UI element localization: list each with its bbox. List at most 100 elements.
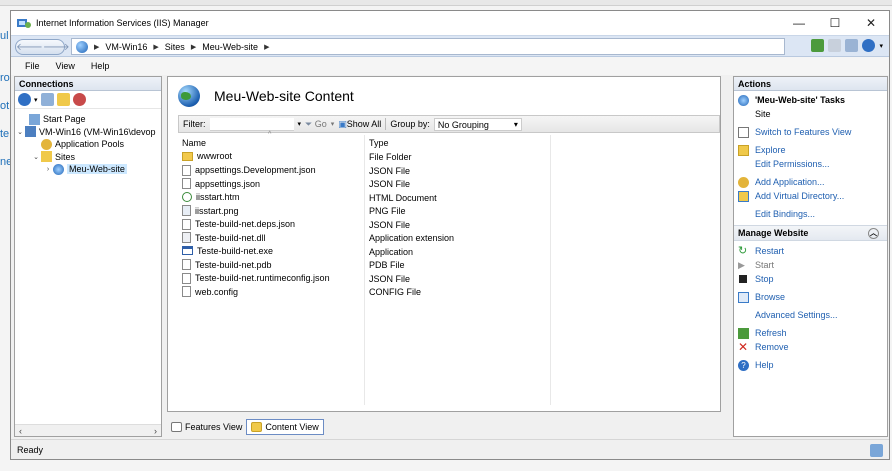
action-label: Switch to Features View — [755, 127, 852, 137]
help-link[interactable]: ? Help — [734, 358, 887, 372]
chevron-down-icon[interactable]: ▾ — [331, 120, 335, 128]
edit-bindings-link[interactable]: Edit Bindings... — [734, 207, 887, 221]
tab-label: Content View — [265, 422, 319, 432]
collapse-icon[interactable]: ︿ — [868, 227, 879, 239]
menu-help[interactable]: Help — [83, 61, 118, 71]
forward-arrow-icon[interactable]: 🡒 — [43, 41, 70, 53]
table-row[interactable]: iisstart.htm HTML Document — [178, 191, 720, 205]
add-application-icon — [738, 176, 749, 188]
tree-item-start-page[interactable]: Start Page — [15, 113, 161, 126]
table-row[interactable]: Teste-build-net.deps.json JSON File — [178, 218, 720, 232]
table-row[interactable]: iisstart.png PNG File — [178, 204, 720, 218]
show-all-icon: ▣ — [338, 118, 347, 129]
column-header-name[interactable]: Name — [182, 138, 206, 148]
file-type: Application — [369, 246, 414, 257]
collapse-arrow-icon[interactable]: ⌄ — [15, 128, 25, 136]
action-label: Refresh — [755, 328, 787, 338]
go-button[interactable]: ⏷ Go — [305, 119, 327, 130]
chevron-down-icon[interactable]: ▾ — [34, 96, 38, 104]
tab-content-view[interactable]: Content View — [246, 419, 324, 435]
add-virtual-directory-link[interactable]: Add Virtual Directory... — [734, 189, 887, 203]
action-label: Edit Permissions... — [755, 159, 830, 169]
explore-folder-icon — [738, 144, 749, 156]
horizontal-scrollbar[interactable]: ‹ › — [15, 424, 161, 436]
folder-icon — [182, 151, 193, 161]
table-row[interactable]: Teste-build-net.dll Application extensio… — [178, 231, 720, 245]
background-text-fragment: ot — [0, 100, 10, 112]
stop-link[interactable]: Stop — [734, 272, 887, 286]
features-view-icon — [738, 126, 749, 138]
show-all-button[interactable]: ▣Show All — [338, 119, 381, 130]
explore-link[interactable]: Explore — [734, 143, 887, 157]
table-row[interactable]: Teste-build-net.pdb PDB File — [178, 258, 720, 272]
table-row[interactable]: Teste-build-net.exe Application — [178, 245, 720, 259]
website-globe-icon — [178, 85, 200, 107]
tree-item-application-pools[interactable]: Application Pools — [15, 138, 161, 151]
breadcrumb[interactable]: ▶ VM-Win16 ▶ Sites ▶ Meu-Web-site ▶ — [71, 38, 785, 55]
tree-item-server[interactable]: ⌄ VM-Win16 (VM-Win16\devop — [15, 126, 161, 139]
table-row[interactable]: wwwroot File Folder — [178, 150, 720, 164]
connect-icon[interactable] — [811, 39, 825, 52]
filter-label: Filter: — [183, 119, 206, 129]
connect-globe-icon[interactable] — [18, 93, 31, 106]
up-folder-icon[interactable] — [56, 93, 70, 106]
tree-item-sites[interactable]: ⌄ Sites — [15, 151, 161, 164]
close-button[interactable]: ✕ — [853, 11, 889, 35]
switch-to-features-view-link[interactable]: Switch to Features View — [734, 125, 887, 139]
chevron-right-icon[interactable]: ▶ — [264, 43, 269, 51]
start-link[interactable]: ▶ Start — [734, 258, 887, 272]
chevron-right-icon[interactable]: ▶ — [94, 43, 99, 51]
advanced-settings-link[interactable]: Advanced Settings... — [734, 308, 887, 322]
remove-link[interactable]: ✕ Remove — [734, 340, 887, 354]
menu-file[interactable]: File — [17, 61, 48, 71]
back-arrow-icon[interactable]: 🡐 — [16, 41, 43, 53]
chevron-right-icon[interactable]: ▶ — [153, 43, 158, 51]
group-by-select[interactable]: No Grouping — [433, 117, 522, 131]
file-name: appsettings.Development.json — [195, 165, 316, 175]
breadcrumb-item[interactable]: VM-Win16 — [105, 42, 147, 52]
action-label: Edit Bindings... — [755, 209, 816, 219]
connections-toolbar: ▾ — [15, 91, 161, 109]
scroll-left-icon[interactable]: ‹ — [19, 426, 22, 436]
table-row[interactable]: appsettings.Development.json JSON File — [178, 164, 720, 178]
title-bar[interactable]: Internet Information Services (IIS) Mana… — [11, 11, 889, 35]
file-name: Teste-build-net.exe — [197, 245, 274, 256]
tree-item-meu-web-site[interactable]: › Meu-Web-site — [15, 163, 161, 176]
chevron-down-icon[interactable]: ▾ — [879, 42, 883, 50]
minimize-button[interactable]: — — [781, 11, 817, 35]
save-icon[interactable] — [40, 93, 54, 106]
show-all-label: Show All — [346, 118, 382, 129]
breadcrumb-item[interactable]: Sites — [165, 42, 185, 52]
help-icon[interactable] — [862, 39, 876, 52]
table-row[interactable]: Teste-build-net.runtimeconfig.json JSON … — [178, 272, 720, 286]
file-name: web.config — [195, 286, 239, 297]
menu-view[interactable]: View — [48, 61, 83, 71]
refresh-icon[interactable] — [845, 39, 859, 52]
maximize-button[interactable]: ☐ — [817, 11, 853, 35]
table-row[interactable]: appsettings.json JSON File — [178, 177, 720, 191]
disconnect-icon[interactable] — [72, 93, 86, 106]
file-icon — [182, 286, 191, 297]
expand-arrow-icon[interactable]: › — [43, 166, 53, 173]
browse-link[interactable]: Browse — [734, 290, 887, 304]
filter-input[interactable] — [209, 117, 294, 131]
file-type: JSON File — [369, 165, 411, 176]
chevron-down-icon[interactable]: ▾ — [298, 120, 302, 128]
column-header-type[interactable]: Type — [369, 138, 389, 148]
edit-permissions-link[interactable]: Edit Permissions... — [734, 157, 887, 171]
group-by-label: Group by: — [390, 119, 430, 129]
refresh-link[interactable]: Refresh — [734, 326, 887, 340]
breadcrumb-item[interactable]: Meu-Web-site — [202, 42, 258, 52]
address-bar: 🡐 🡒 ▶ VM-Win16 ▶ Sites ▶ Meu-Web-site ▶ … — [11, 35, 889, 57]
go-label: Go — [314, 118, 327, 129]
chevron-right-icon[interactable]: ▶ — [191, 43, 196, 51]
manage-website-section[interactable]: Manage Website ︿ — [734, 225, 887, 241]
scroll-right-icon[interactable]: › — [154, 426, 157, 436]
tab-features-view[interactable]: Features View — [167, 419, 246, 435]
collapse-arrow-icon[interactable]: ⌄ — [31, 153, 41, 161]
restart-link[interactable]: ↻ Restart — [734, 244, 887, 258]
mail-icon[interactable] — [828, 39, 842, 52]
table-row[interactable]: web.config CONFIG File — [178, 285, 720, 299]
action-label: Restart — [755, 246, 785, 256]
add-application-link[interactable]: Add Application... — [734, 175, 887, 189]
